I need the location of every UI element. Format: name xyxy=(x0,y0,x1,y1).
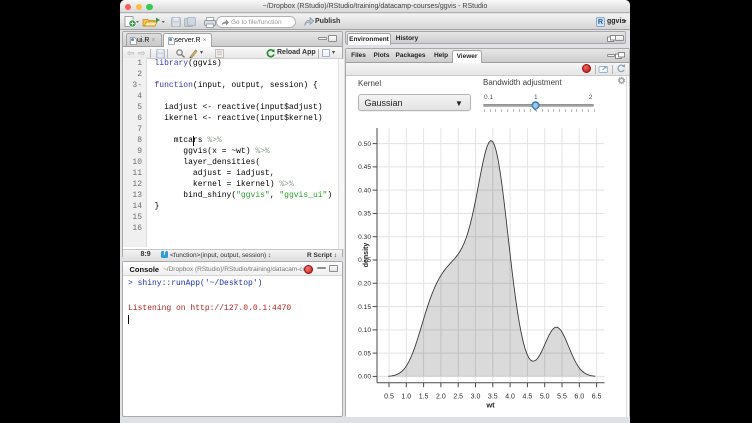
svg-text:5.0: 5.0 xyxy=(540,394,550,401)
svg-text:wt: wt xyxy=(485,401,495,410)
svg-text:5.5: 5.5 xyxy=(557,394,567,401)
svg-text:density: density xyxy=(363,243,370,268)
svg-text:0.50: 0.50 xyxy=(358,141,371,148)
svg-text:0.45: 0.45 xyxy=(358,164,371,171)
svg-text:0.35: 0.35 xyxy=(358,211,371,218)
svg-text:4.5: 4.5 xyxy=(523,394,533,401)
svg-text:0.05: 0.05 xyxy=(358,350,371,357)
svg-text:3.0: 3.0 xyxy=(471,394,481,401)
svg-text:R: R xyxy=(598,17,604,26)
svg-text:0.40: 0.40 xyxy=(358,187,371,194)
svg-text:1.5: 1.5 xyxy=(419,394,429,401)
svg-text:6.5: 6.5 xyxy=(592,394,602,401)
svg-text:0.10: 0.10 xyxy=(358,327,371,334)
svg-text:2.5: 2.5 xyxy=(453,394,463,401)
svg-text:4.0: 4.0 xyxy=(505,394,515,401)
svg-text:3.5: 3.5 xyxy=(488,394,498,401)
svg-text:1.0: 1.0 xyxy=(401,394,411,401)
svg-text:0.20: 0.20 xyxy=(358,280,371,287)
svg-text:6.0: 6.0 xyxy=(574,394,584,401)
svg-text:0.00: 0.00 xyxy=(358,374,371,381)
svg-text:0.30: 0.30 xyxy=(358,234,371,241)
svg-text:2.0: 2.0 xyxy=(436,394,446,401)
svg-text:0.5: 0.5 xyxy=(384,394,394,401)
svg-text:0.15: 0.15 xyxy=(358,304,371,311)
